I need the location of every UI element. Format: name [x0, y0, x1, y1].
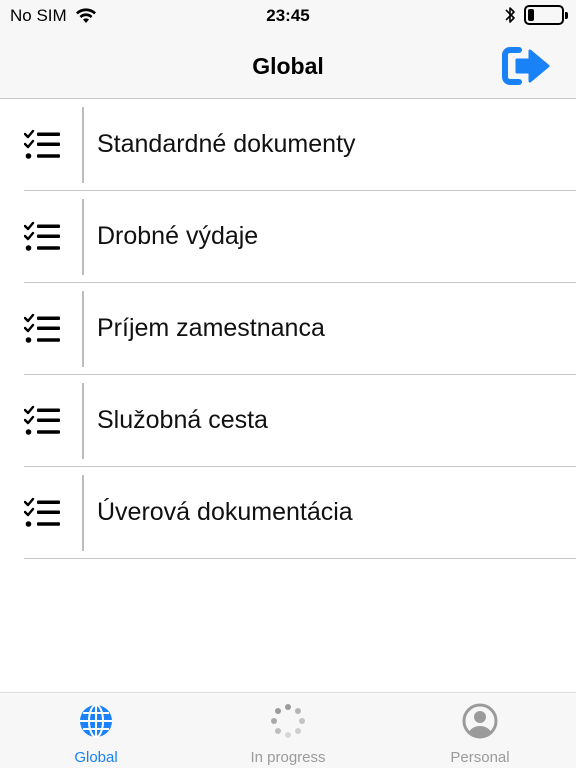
checklist-icon — [24, 290, 84, 367]
list-item-label: Úverová dokumentácia — [97, 498, 353, 526]
list-item-label: Drobné výdaje — [97, 222, 259, 250]
status-bar: No SIM 23:45 — [0, 0, 576, 34]
list-item-label: Standardné dokumenty — [97, 130, 356, 158]
tab-label-global: Global — [74, 749, 118, 766]
list-item-label: Služobná cesta — [97, 406, 268, 434]
person-icon — [462, 703, 498, 739]
document-list: Standardné dokumenty Drobné výdaje Príje… — [24, 99, 576, 559]
checklist-icon — [24, 106, 84, 183]
logout-arrow-icon — [502, 47, 550, 85]
battery-icon — [524, 5, 568, 25]
list-item-standard-documents[interactable]: Standardné dokumenty — [24, 99, 576, 191]
navigation-bar: Global — [0, 34, 576, 99]
checklist-icon — [24, 382, 84, 459]
page-title: Global — [252, 53, 324, 79]
list-item-loan-documentation[interactable]: Úverová dokumentácia — [24, 467, 576, 559]
battery-level — [528, 9, 535, 21]
tab-in-progress[interactable]: In progress — [192, 693, 384, 769]
tab-global[interactable]: Global — [0, 693, 192, 769]
tab-personal[interactable]: Personal — [384, 693, 576, 769]
tab-label-in-progress: In progress — [250, 749, 326, 766]
checklist-icon — [24, 474, 84, 551]
spinner-icon — [271, 704, 305, 738]
tab-bar: Global In progress Personal — [0, 692, 576, 768]
tab-label-personal: Personal — [450, 749, 510, 766]
list-item-business-trip[interactable]: Služobná cesta — [24, 375, 576, 467]
checklist-icon — [24, 198, 84, 275]
status-time: 23:45 — [266, 6, 310, 25]
status-right — [504, 5, 568, 25]
globe-icon — [80, 704, 112, 738]
list-item-petty-expenses[interactable]: Drobné výdaje — [24, 191, 576, 283]
logout-button[interactable] — [502, 46, 554, 86]
bluetooth-icon — [505, 7, 515, 23]
list-item-label: Príjem zamestnanca — [97, 314, 325, 342]
list-item-employee-onboarding[interactable]: Príjem zamestnanca — [24, 283, 576, 375]
